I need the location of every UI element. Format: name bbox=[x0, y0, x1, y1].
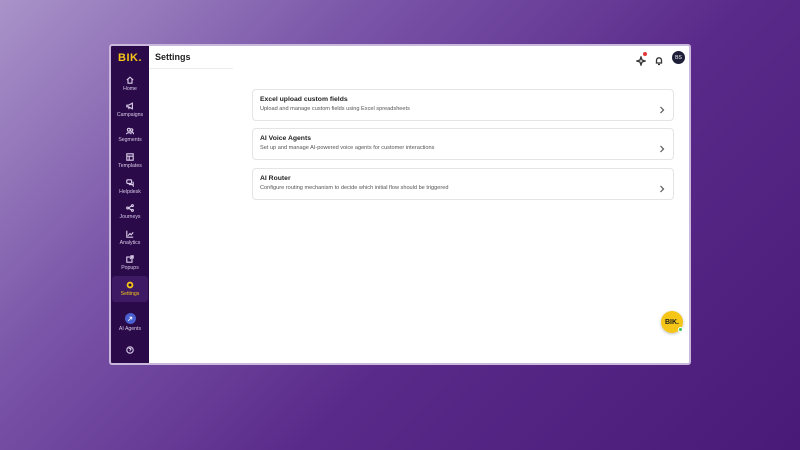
main-content: Settings BS Excel upload custom fields U… bbox=[149, 46, 689, 363]
sidebar-item-popups[interactable]: Popups bbox=[112, 251, 148, 277]
notification-dot bbox=[643, 51, 647, 56]
sidebar-item-label: Helpdesk bbox=[119, 188, 141, 195]
home-icon bbox=[126, 76, 134, 84]
gear-icon bbox=[126, 281, 134, 289]
card-description: Upload and manage custom fields using Ex… bbox=[260, 106, 410, 112]
settings-card-ai-voice-agents[interactable]: AI Voice Agents Set up and manage AI-pow… bbox=[252, 128, 674, 160]
sidebar-item-helpdesk[interactable]: Helpdesk bbox=[112, 174, 148, 200]
card-description: Configure routing mechanism to decide wh… bbox=[260, 185, 449, 191]
title-divider bbox=[149, 68, 233, 69]
chart-icon bbox=[126, 230, 134, 238]
sidebar-item-analytics[interactable]: Analytics bbox=[112, 225, 148, 251]
sidebar-item-templates[interactable]: Templates bbox=[112, 148, 148, 174]
chevron-right-icon bbox=[659, 140, 665, 153]
template-icon bbox=[126, 153, 134, 161]
users-icon bbox=[126, 128, 134, 135]
bell-icon bbox=[655, 56, 663, 65]
sidebar-item-label: AI Agents bbox=[118, 326, 142, 333]
popup-icon bbox=[126, 255, 134, 264]
ai-agents-icon bbox=[124, 313, 136, 325]
sidebar-item-label: Settings bbox=[120, 290, 140, 297]
sidebar-item-segments[interactable]: Segments bbox=[112, 123, 148, 149]
card-title: AI Voice Agents bbox=[260, 135, 311, 142]
card-description: Set up and manage AI-powered voice agent… bbox=[260, 145, 435, 151]
bik-chat-launcher[interactable]: BIK. bbox=[661, 311, 683, 333]
card-title: Excel upload custom fields bbox=[260, 96, 348, 103]
sidebar-item-journeys[interactable]: Journeys bbox=[112, 199, 148, 225]
page-title: Settings bbox=[155, 52, 191, 62]
sidebar-item-ai-agents[interactable]: AI Agents bbox=[112, 310, 148, 336]
announcement-button[interactable] bbox=[634, 51, 648, 67]
journey-icon bbox=[126, 204, 134, 213]
chevron-right-icon bbox=[659, 180, 665, 193]
sidebar-item-campaigns[interactable]: Campaigns bbox=[112, 97, 148, 123]
sidebar-item-label: Analytics bbox=[119, 239, 141, 246]
sidebar-item-label: Segments bbox=[118, 137, 142, 144]
app-window: BIK. Home Campaigns Segments Templates H… bbox=[109, 44, 691, 365]
fab-logo-text: BIK. bbox=[665, 318, 679, 326]
megaphone-icon bbox=[126, 102, 133, 110]
brand-logo[interactable]: BIK. bbox=[118, 52, 142, 67]
notifications-button[interactable] bbox=[654, 53, 664, 65]
online-status-dot bbox=[678, 327, 683, 332]
sidebar-item-home[interactable]: Home bbox=[112, 71, 148, 97]
sidebar-item-label: Home bbox=[123, 86, 137, 93]
settings-card-ai-router[interactable]: AI Router Configure routing mechanism to… bbox=[252, 168, 674, 200]
chevron-right-icon bbox=[659, 101, 665, 114]
sidebar-item-settings[interactable]: Settings bbox=[112, 276, 148, 302]
chat-icon bbox=[126, 178, 134, 187]
sidebar-item-label: Journeys bbox=[119, 214, 141, 221]
sidebar: BIK. Home Campaigns Segments Templates H… bbox=[111, 46, 149, 363]
sidebar-item-label: Popups bbox=[121, 265, 139, 272]
settings-card-excel-upload[interactable]: Excel upload custom fields Upload and ma… bbox=[252, 89, 674, 121]
help-icon bbox=[126, 346, 134, 354]
top-bar-actions: BS bbox=[634, 51, 685, 67]
user-avatar[interactable]: BS bbox=[672, 51, 685, 64]
sidebar-item-label: Campaigns bbox=[116, 111, 144, 118]
sidebar-item-label: Templates bbox=[118, 162, 142, 169]
card-title: AI Router bbox=[260, 175, 291, 182]
sidebar-item-help[interactable] bbox=[112, 337, 148, 363]
sparkle-icon bbox=[634, 54, 648, 67]
